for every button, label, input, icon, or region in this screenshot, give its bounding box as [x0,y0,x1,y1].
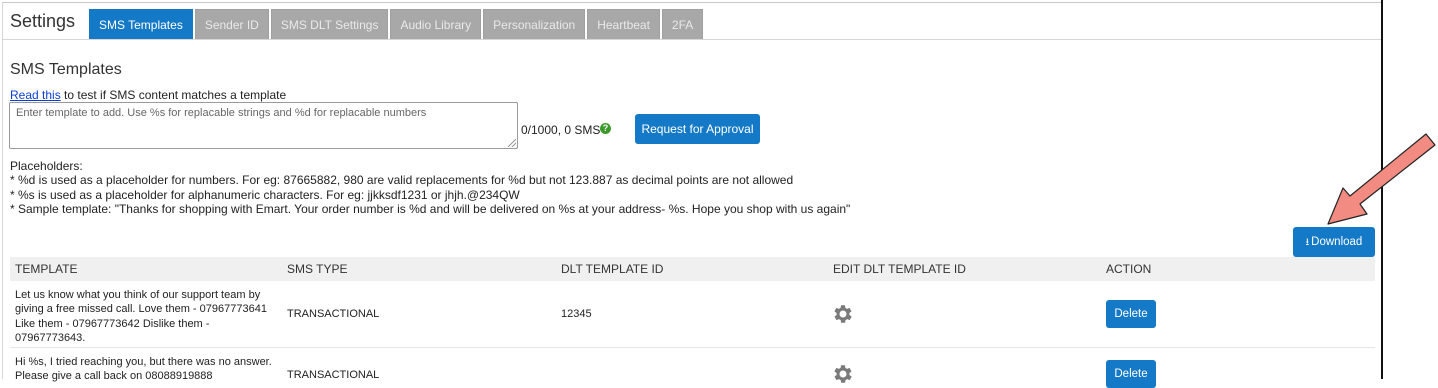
tab-sms-dlt-settings[interactable]: SMS DLT Settings [270,9,389,39]
sms-type: TRANSACTIONAL [287,369,380,381]
gear-icon[interactable] [831,302,855,326]
placeholder-help: Placeholders: * %d is used as a placehol… [10,159,850,216]
tab-audio-library[interactable]: Audio Library [390,9,482,39]
read-this-suffix: to test if SMS content matches a templat… [60,88,287,102]
download-icon: ⭳ [1305,237,1310,248]
template-input[interactable] [9,102,518,149]
column-header-dlt-template-id: DLT TEMPLATE ID [561,262,664,276]
page-title: Settings [10,11,76,31]
tab-2fa[interactable]: 2FA [661,9,704,39]
dlt-template-id: 12345 [561,308,592,320]
column-header-sms-type: SMS TYPE [287,262,348,276]
templates-table: TEMPLATE SMS TYPE DLT TEMPLATE ID EDIT D… [10,257,1375,388]
question-circle-icon[interactable]: ? [600,123,611,134]
read-this-link[interactable]: Read this [10,88,61,102]
table-row: Hi %s, I tried reaching you, but there w… [10,348,1375,388]
tab-sms-templates[interactable]: SMS Templates [89,9,193,39]
read-this-line: Read this to test if SMS content matches… [10,88,286,102]
tab-sender-id[interactable]: Sender ID [194,9,269,39]
gear-icon[interactable] [831,362,855,386]
character-counter: 0/1000, 0 SMS [521,123,601,137]
column-header-edit-dlt-template-id: EDIT DLT TEMPLATE ID [833,262,966,276]
delete-button[interactable]: Delete [1106,360,1156,388]
sms-type: TRANSACTIONAL [287,308,380,320]
template-text: Let us know what you think of our suppor… [15,289,267,344]
column-header-template: TEMPLATE [15,262,78,276]
placeholders-heading: Placeholders: [10,159,83,173]
template-text: Hi %s, I tried reaching you, but there w… [15,356,272,383]
settings-tabs: SMS Templates Sender ID SMS DLT Settings… [89,9,705,39]
placeholder-note-d: * %d is used as a placeholder for number… [10,173,794,188]
placeholder-note-s: * %s is used as a placeholder for alphan… [10,187,520,202]
annotation-arrow [1327,133,1436,225]
request-approval-button[interactable]: Request for Approval [635,114,760,144]
textarea-resize-handle[interactable] [508,139,516,147]
delete-button[interactable]: Delete [1106,300,1156,328]
placeholder-note-sample: * Sample template: "Thanks for shopping … [10,201,851,216]
column-header-action: ACTION [1106,262,1152,276]
section-title: SMS Templates [10,61,122,78]
tab-heartbeat[interactable]: Heartbeat [587,9,660,39]
download-label: Download [1311,236,1363,248]
download-button[interactable]: ⭳ Download [1293,227,1375,257]
table-header: TEMPLATE SMS TYPE DLT TEMPLATE ID EDIT D… [10,257,1375,281]
table-row: Let us know what you think of our suppor… [10,281,1375,348]
tab-personalization[interactable]: Personalization [483,9,586,39]
